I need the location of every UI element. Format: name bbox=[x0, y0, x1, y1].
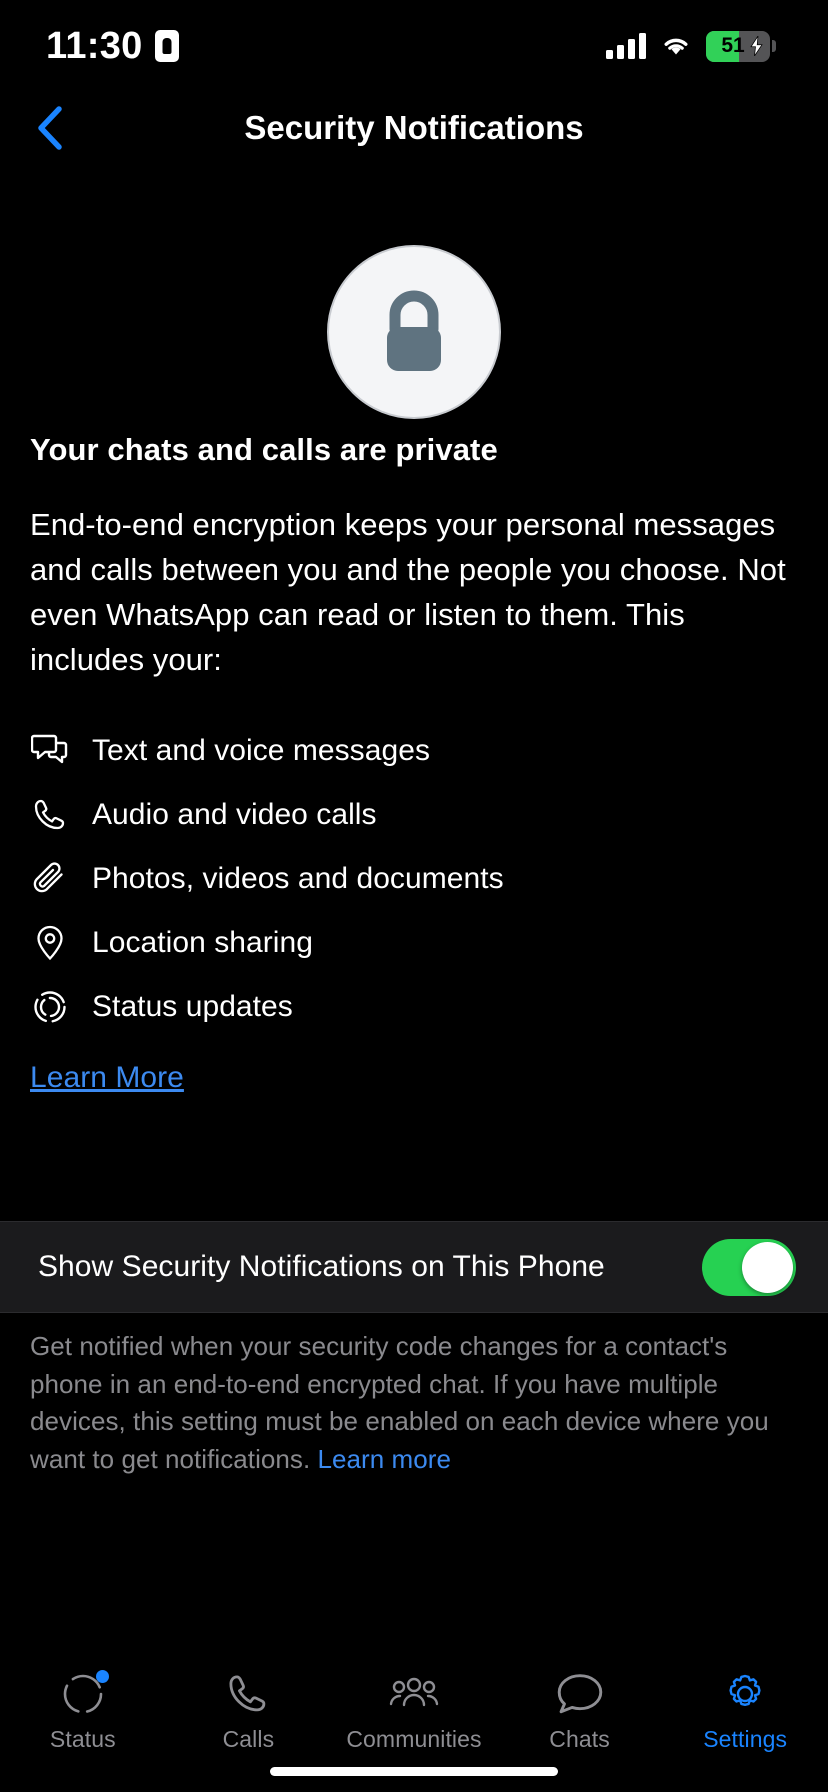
communities-icon bbox=[388, 1668, 440, 1720]
status-ring-icon bbox=[30, 989, 70, 1025]
feature-list: Text and voice messages Audio and video … bbox=[30, 719, 798, 1039]
list-item-label: Photos, videos and documents bbox=[92, 861, 504, 895]
battery-indicator: 51 bbox=[706, 30, 776, 62]
gear-icon bbox=[721, 1668, 769, 1720]
page-title: Security Notifications bbox=[244, 109, 584, 146]
list-item: Photos, videos and documents bbox=[30, 847, 798, 911]
list-item-label: Text and voice messages bbox=[92, 733, 430, 767]
hero-section bbox=[0, 245, 828, 419]
tab-communities[interactable]: Communities bbox=[331, 1668, 497, 1753]
id-card-icon bbox=[154, 30, 179, 62]
whatsapp-security-notifications-screen: 11:30 51 Security Notifications Your cha… bbox=[0, 0, 828, 1792]
chat-bubbles-icon bbox=[30, 733, 70, 769]
tab-label: Communities bbox=[346, 1726, 482, 1752]
tab-label: Status bbox=[49, 1726, 116, 1752]
battery-percent-label: 51 bbox=[721, 34, 745, 57]
list-item-label: Location sharing bbox=[92, 925, 313, 959]
headline: Your chats and calls are private bbox=[30, 432, 498, 467]
tab-status[interactable]: Status bbox=[0, 1668, 166, 1753]
security-notifications-setting-row[interactable]: Show Security Notifications on This Phon… bbox=[0, 1221, 828, 1313]
navigation-bar: Security Notifications bbox=[0, 92, 828, 164]
tab-chats[interactable]: Chats bbox=[497, 1668, 663, 1753]
status-bar-clock: 11:30 bbox=[46, 24, 143, 67]
toggle-knob bbox=[742, 1241, 793, 1293]
status-bar-left: 11:30 bbox=[46, 25, 179, 68]
status-bar-right: 51 bbox=[606, 30, 776, 62]
tab-label: Chats bbox=[549, 1726, 610, 1752]
tab-settings[interactable]: Settings bbox=[662, 1668, 828, 1753]
learn-more-link[interactable]: Learn More bbox=[30, 1061, 184, 1095]
tab-label: Settings bbox=[703, 1726, 788, 1752]
phone-icon bbox=[30, 797, 70, 833]
wifi-icon bbox=[664, 38, 688, 55]
list-item: Text and voice messages bbox=[30, 719, 798, 783]
setting-label: Show Security Notifications on This Phon… bbox=[38, 1250, 605, 1283]
home-indicator bbox=[270, 1767, 558, 1776]
phone-icon bbox=[226, 1668, 270, 1720]
list-item: Status updates bbox=[30, 975, 798, 1039]
content-area: Your chats and calls are private End-to-… bbox=[0, 432, 828, 1095]
charging-bolt-icon bbox=[750, 36, 763, 56]
list-item: Audio and video calls bbox=[30, 783, 798, 847]
tab-calls[interactable]: Calls bbox=[166, 1668, 332, 1753]
location-pin-icon bbox=[30, 924, 70, 962]
lock-icon bbox=[387, 290, 441, 371]
setting-description: Get notified when your security code cha… bbox=[0, 1328, 828, 1479]
cellular-signal-icon bbox=[606, 33, 646, 59]
tab-label: Calls bbox=[222, 1726, 275, 1752]
description-paragraph: End-to-end encryption keeps your persona… bbox=[30, 507, 786, 677]
status-badge-dot bbox=[95, 1670, 109, 1683]
status-bar: 11:30 51 bbox=[0, 0, 828, 92]
lock-badge bbox=[327, 245, 501, 419]
list-item-label: Status updates bbox=[92, 989, 293, 1023]
paperclip-icon bbox=[30, 861, 70, 897]
footnote-learn-more-link[interactable]: Learn more bbox=[318, 1444, 451, 1474]
list-item-label: Audio and video calls bbox=[92, 797, 377, 831]
status-ring-icon bbox=[59, 1668, 109, 1720]
chats-icon bbox=[555, 1668, 605, 1720]
security-notifications-toggle[interactable] bbox=[702, 1238, 796, 1296]
list-item: Location sharing bbox=[30, 911, 798, 975]
